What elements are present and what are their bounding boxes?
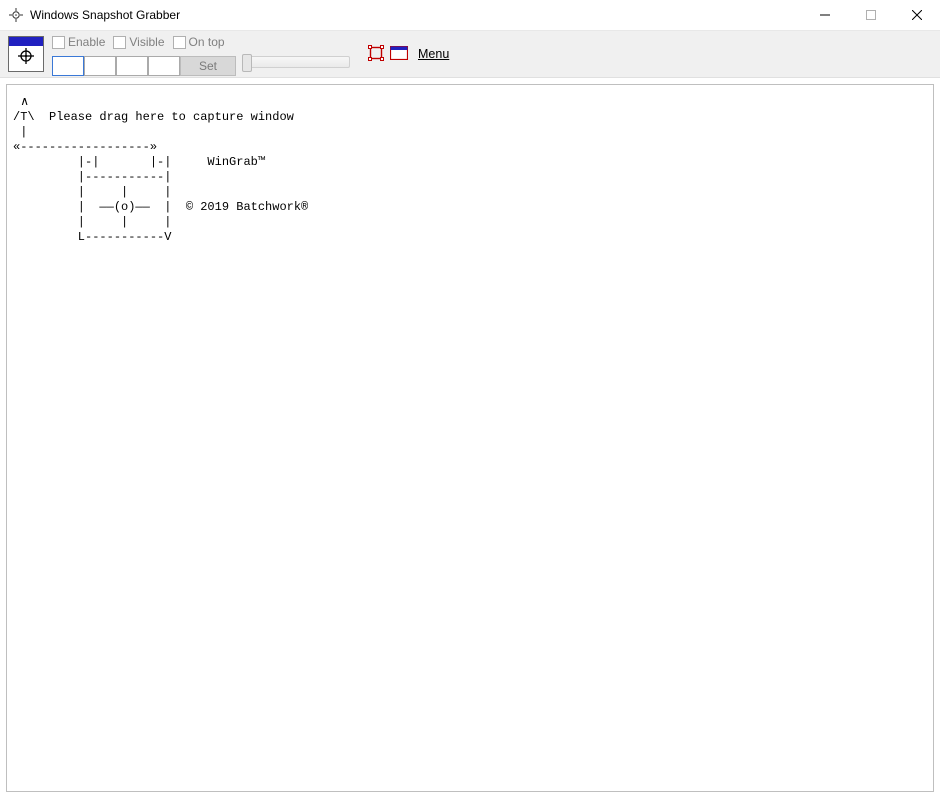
ontop-label: On top: [189, 35, 225, 49]
visible-label: Visible: [129, 35, 164, 49]
ontop-checkbox[interactable]: On top: [173, 35, 225, 49]
coord-input-y[interactable]: [84, 56, 116, 76]
app-icon: [8, 7, 24, 23]
coord-input-w[interactable]: [116, 56, 148, 76]
minimize-button[interactable]: [802, 0, 848, 30]
ascii-instructions: ∧ /T\ Please drag here to capture window…: [13, 95, 927, 245]
progress-track[interactable]: [242, 56, 350, 68]
capture-window-icon[interactable]: [390, 46, 408, 63]
capture-region-icon[interactable]: [368, 45, 384, 64]
crosshair-drag-button[interactable]: [8, 36, 44, 72]
titlebar: Windows Snapshot Grabber: [0, 0, 940, 30]
content-area: ∧ /T\ Please drag here to capture window…: [6, 84, 934, 792]
enable-checkbox[interactable]: Enable: [52, 35, 105, 49]
close-button[interactable]: [894, 0, 940, 30]
toolbar: Enable Visible On top Set: [0, 30, 940, 78]
coord-input-h[interactable]: [148, 56, 180, 76]
maximize-button[interactable]: [848, 0, 894, 30]
visible-checkbox[interactable]: Visible: [113, 35, 164, 49]
enable-label: Enable: [68, 35, 105, 49]
coord-input-x[interactable]: [52, 56, 84, 76]
progress-thumb[interactable]: [242, 54, 252, 72]
menu-link[interactable]: Menu: [418, 47, 449, 61]
window-title: Windows Snapshot Grabber: [30, 8, 802, 22]
set-button[interactable]: Set: [180, 56, 236, 76]
